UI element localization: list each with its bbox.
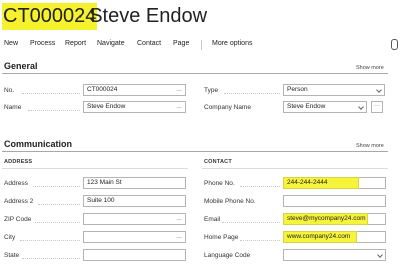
company-name-value: Steve Endow: [287, 103, 326, 110]
leader-name: [28, 110, 80, 112]
leader-type: [224, 93, 280, 95]
ellipsis-icon[interactable]: ...: [176, 102, 182, 112]
leader-address: [33, 186, 80, 188]
leader-state: [22, 258, 80, 260]
label-phone-no: Phone No.: [204, 180, 235, 187]
leader-address-2: [38, 204, 80, 206]
leader-email: [222, 222, 280, 224]
action-process[interactable]: Process: [30, 40, 55, 47]
city-field[interactable]: ...: [83, 231, 186, 243]
type-select[interactable]: Person: [283, 84, 385, 96]
label-zip-code: ZIP Code: [4, 216, 32, 223]
page-title-name: · Steve Endow: [77, 5, 208, 27]
zip-code-field[interactable]: ...: [83, 213, 186, 225]
chevron-down-icon: [358, 104, 364, 110]
leader-no: [22, 93, 80, 95]
name-field-value: Steve Endow: [87, 103, 126, 110]
company-name-lookup-button[interactable]: ···: [371, 101, 383, 113]
action-report[interactable]: Report: [65, 40, 86, 47]
label-type: Type: [204, 87, 219, 94]
home-page-field[interactable]: www.company24.com: [283, 231, 357, 243]
label-home-page: Home Page: [204, 234, 239, 241]
label-company-name: Company Name: [204, 104, 251, 111]
chevron-down-icon: [376, 87, 382, 93]
address-2-field[interactable]: Suite 100: [83, 195, 186, 207]
label-name: Name: [4, 104, 22, 111]
label-mobile-phone-no: Mobile Phone No.: [204, 198, 256, 205]
section-title-general[interactable]: General: [4, 61, 38, 71]
label-language-code: Language Code: [204, 252, 251, 259]
label-address-2: Address 2: [4, 198, 34, 205]
email-field-rest[interactable]: [368, 213, 386, 225]
type-select-value: Person: [287, 86, 308, 93]
pin-icon[interactable]: [391, 39, 398, 50]
section-title-communication[interactable]: Communication: [4, 139, 72, 149]
name-field[interactable]: Steve Endow ...: [83, 101, 186, 113]
action-more-options[interactable]: More options: [212, 40, 252, 47]
action-page[interactable]: Page: [173, 40, 189, 47]
ellipsis-icon[interactable]: ...: [176, 232, 182, 242]
label-city: City: [4, 234, 16, 241]
phone-no-field-rest[interactable]: [359, 177, 386, 189]
label-address: Address: [4, 180, 28, 187]
home-page-field-rest[interactable]: [357, 231, 386, 243]
email-field[interactable]: steve@mycompany24.com: [283, 213, 368, 225]
contact-subheading: CONTACT: [204, 159, 232, 165]
no-field-value: CT000024: [87, 86, 118, 93]
address-subdivider: [2, 168, 188, 169]
leader-zip: [35, 222, 80, 224]
action-new[interactable]: New: [4, 40, 18, 47]
general-divider: [2, 73, 388, 74]
leader-phone: [240, 186, 280, 188]
action-bar: New Process Report Navigate Contact Page…: [0, 39, 400, 54]
phone-no-field[interactable]: 244-244-2444: [283, 177, 359, 189]
company-name-select[interactable]: Steve Endow: [283, 101, 367, 113]
communication-show-more[interactable]: Show more: [356, 143, 384, 149]
contact-subdivider: [202, 168, 388, 169]
general-show-more[interactable]: Show more: [356, 65, 384, 71]
address-subheading: ADDRESS: [4, 159, 33, 165]
leader-home-page: [240, 240, 280, 242]
label-state: State: [4, 252, 20, 259]
action-contact[interactable]: Contact: [137, 40, 161, 47]
state-field[interactable]: [83, 249, 186, 261]
ellipsis-icon[interactable]: ...: [176, 85, 182, 95]
action-navigate[interactable]: Navigate: [97, 40, 125, 47]
ellipsis-icon[interactable]: ...: [176, 214, 182, 224]
address-field[interactable]: 123 Main St: [83, 177, 186, 189]
language-code-select[interactable]: [283, 249, 386, 261]
label-email: Email: [204, 216, 221, 223]
mobile-phone-field[interactable]: [283, 195, 386, 207]
communication-divider: [2, 151, 388, 152]
chevron-down-icon: [377, 252, 383, 258]
leader-city: [20, 240, 80, 242]
label-no: No.: [4, 87, 15, 94]
action-separator: [201, 40, 202, 50]
no-field[interactable]: CT000024 ...: [83, 84, 186, 96]
